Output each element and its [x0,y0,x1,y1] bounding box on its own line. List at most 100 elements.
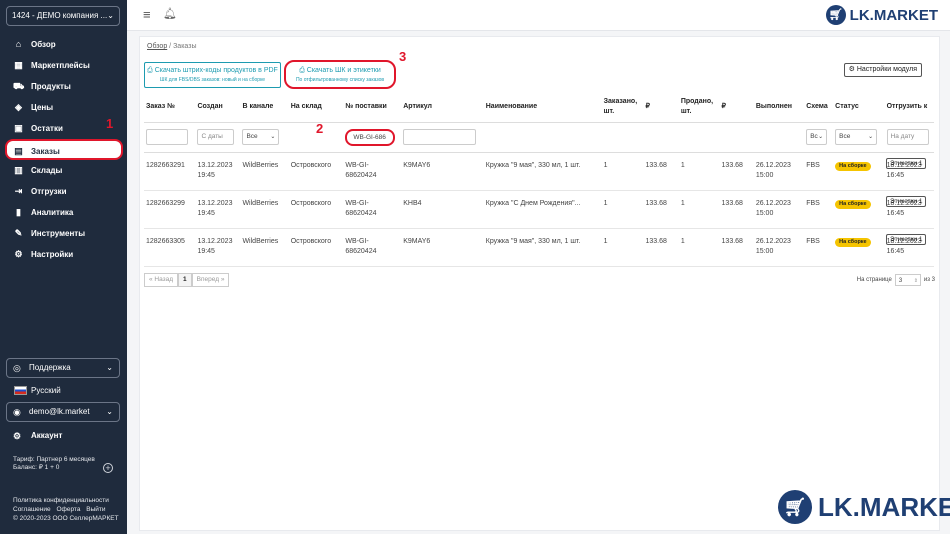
cell-price2: 133.68 [719,228,754,267]
account-link[interactable]: ⚙ Аккаунт [13,430,62,442]
prev-page-button[interactable]: « Назад [144,273,179,287]
cell-order: 1282663299 [144,190,196,229]
support-dropdown[interactable]: ◎ Поддержка ⌄ [6,358,120,378]
sidebar-item-label: Маркетплейсы [31,61,90,70]
col-scheme[interactable]: Схема [804,92,834,123]
privacy-link[interactable]: Политика конфиденциальности [13,497,109,504]
table-header-row: Заказ № Создан В канале На склад № поста… [144,92,934,123]
col-done[interactable]: Выполнен [753,92,805,123]
header-logo[interactable]: 🛒︎ LK.MARKET [825,4,938,26]
labels-row-button[interactable]: Этикетки 1 [886,234,927,245]
col-status[interactable]: Статус [833,92,885,123]
sidebar-item-analytics[interactable]: ▮ Аналитика [0,202,127,223]
store-icon: ▦ [14,60,23,70]
sku-filter-input[interactable] [403,129,477,145]
sidebar-item-warehouses[interactable]: ▥ Склады [0,160,127,181]
breadcrumb-home[interactable]: Обзор [147,43,167,50]
cell-sku: KHB4 [401,190,484,229]
created-filter-input[interactable]: С даты [197,129,235,145]
table-row[interactable]: 1282663291 13.12.2023 19:45 WildBerries … [144,152,934,191]
company-name: 1424 - ДЕМО компания ... [12,11,108,20]
pdf-label: Скачать штрих-коды продуктов в PDF [154,67,278,74]
col-name[interactable]: Наименование [483,92,602,123]
status-filter-select[interactable]: Все ⌄ [835,129,878,145]
filter-row: С даты Все ⌄ WB-GI-686 Вс ⌄ Все ⌄ На дату [144,122,934,153]
table-row[interactable]: 1282663305 13.12.2023 19:45 WildBerries … [144,228,934,267]
scheme-filter-select[interactable]: Вс ⌄ [806,129,828,145]
download-labels-button[interactable]: ⎙ Скачать ШК и этикетки По отфильтрованн… [284,60,396,89]
cell-price1: 133.68 [643,228,679,267]
cell-ordered: 1 [601,190,644,229]
order-filter-input[interactable] [146,129,188,145]
chevron-down-icon: ⌄ [106,407,113,416]
col-ordered[interactable]: Заказано, шт. [601,92,644,123]
sidebar-item-orders[interactable]: ▤ Заказы [5,139,123,160]
user-dropdown[interactable]: ◉ demo@lk.market ⌄ [6,402,120,422]
cell-sold: 1 [678,152,720,191]
cell-sold: 1 [678,190,720,229]
topbar: ≡ 🔔︎ 🛒︎ LK.MARKET [127,0,950,31]
menu-icon[interactable]: ≡ [143,7,151,22]
col-channel[interactable]: В канале [240,92,289,123]
labels-row-button[interactable]: Этикетки 1 [886,196,927,207]
logout-link[interactable]: Выйти [86,506,105,513]
language-selector[interactable]: Русский [14,385,61,397]
cell-name: Кружка "9 мая", 330 мл, 1 шт. [483,152,602,191]
gear-icon: ⚙ [14,249,23,259]
ship-filter-input[interactable]: На дату [886,129,929,145]
sidebar-item-label: Заказы [31,147,60,156]
col-sold[interactable]: Продано, шт. [678,92,720,123]
col-price1[interactable]: ₽ [643,92,679,123]
company-selector[interactable]: 1424 - ДЕМО компания ... ⌄ [6,6,120,26]
cell-status: На сборке [833,190,885,229]
sidebar-item-prices[interactable]: ◈ Цены [0,97,127,118]
gear-icon: ⚙ [848,66,855,73]
agreement-link[interactable]: Соглашение [13,506,51,513]
col-price2[interactable]: ₽ [719,92,754,123]
per-page-control: На странице 3 ⇕ из 3 [857,274,935,286]
shipment-filter-input[interactable]: WB-GI-686 [350,131,391,143]
channel-filter-select[interactable]: Все ⌄ [242,129,280,145]
per-page-label: На странице [856,277,892,283]
cell-ordered: 1 [601,152,644,191]
offer-link[interactable]: Оферта [56,506,80,513]
table-row[interactable]: 1282663299 13.12.2023 19:45 WildBerries … [144,190,934,229]
sidebar-nav: ⌂ Обзор ▦ Маркетплейсы ⛟ Продукты ◈ Цены ▣ Ос… [0,34,127,265]
sidebar-item-tools[interactable]: ✎ Инструменты [0,223,127,244]
sidebar-item-marketplaces[interactable]: ▦ Маркетплейсы [0,55,127,76]
sidebar-item-shipments[interactable]: ⇥ Отгрузки [0,181,127,202]
annotation-3: 3 [399,49,407,64]
account-icon: ⚙ [13,431,22,441]
settings-label: Настройки модуля [856,66,917,73]
cell-done: 26.12.2023 15:00 [753,228,805,267]
spinner-icon[interactable]: ⇕ [914,275,918,287]
download-pdf-button[interactable]: ⎙ Скачать штрих-коды продуктов в PDF ШК … [144,62,281,88]
chart-icon: ▮ [16,207,21,217]
bell-icon[interactable]: 🔔︎ [163,7,177,20]
sidebar: 1424 - ДЕМО компания ... ⌄ ⌂ Обзор ▦ Марке… [0,0,127,534]
col-ship[interactable]: Отгрузить к [884,92,934,123]
printer-icon: ⎙ [299,67,305,74]
per-page-input[interactable]: 3 ⇕ [894,274,921,287]
add-balance-icon[interactable]: + [103,463,113,473]
footer-links: Политика конфиденциальности Соглашение О… [13,496,123,523]
sidebar-item-products[interactable]: ⛟ Продукты [0,76,127,97]
current-page-button[interactable]: 1 [178,273,192,287]
labels-row-button[interactable]: Этикетки 1 [886,158,927,169]
col-order[interactable]: Заказ № [144,92,196,123]
col-shipment[interactable]: № поставки [343,92,402,123]
sidebar-item-label: Остатки [31,124,63,133]
col-created[interactable]: Создан [195,92,241,123]
breadcrumb: Обзор / Заказы [147,43,196,50]
module-settings-button[interactable]: ⚙ Настройки модуля [843,63,922,77]
col-sku[interactable]: Артикул [401,92,484,123]
cell-shipment: WB-GI-68620424 [343,228,402,267]
copyright: © 2020-2023 ООО СеллерМАРКЕТ [13,515,119,522]
cell-name: Кружка "9 мая", 330 мл, 1 шт. [483,228,602,267]
cart-logo-icon: 🛒︎ [825,5,846,25]
sidebar-item-settings[interactable]: ⚙ Настройки [0,244,127,265]
sidebar-item-overview[interactable]: ⌂ Обзор [0,34,127,55]
next-page-button[interactable]: Вперед » [191,273,230,287]
col-warehouse[interactable]: На склад [288,92,344,123]
account-label: Аккаунт [31,431,63,440]
